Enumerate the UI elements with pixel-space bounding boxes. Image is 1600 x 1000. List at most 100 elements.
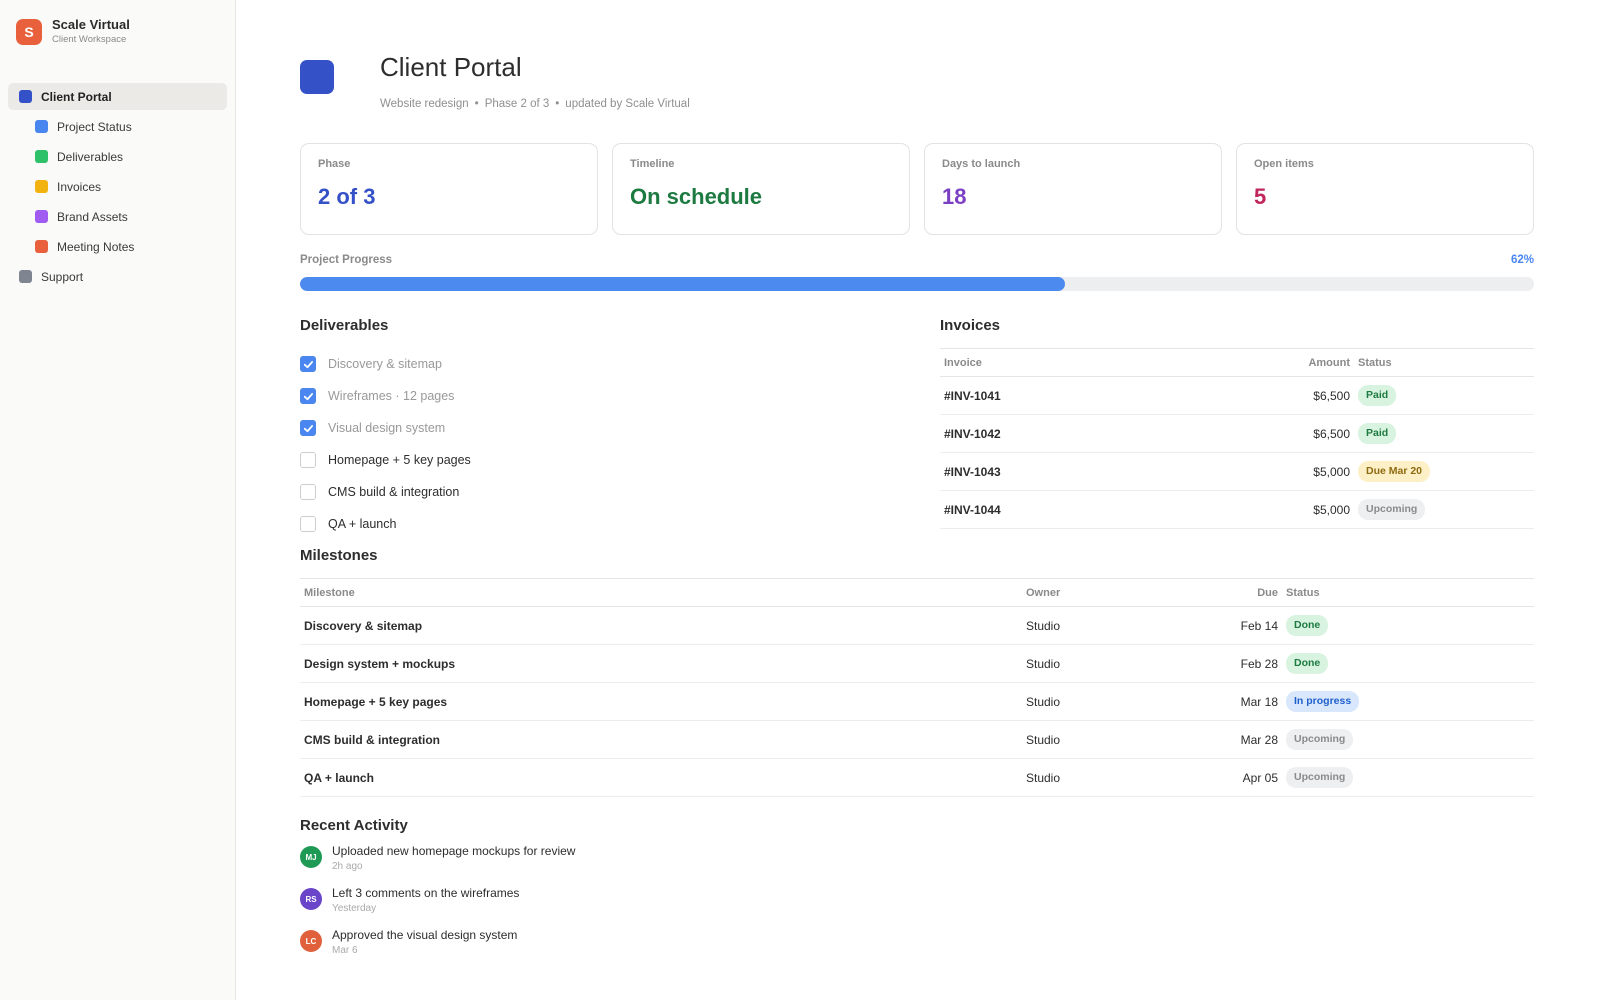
page-icon <box>35 210 48 223</box>
invoice-id: #INV-1041 <box>940 376 1234 415</box>
page-icon <box>19 90 32 103</box>
invoice-row[interactable]: #INV-1041 $6,500 Paid <box>940 376 1534 415</box>
sidebar-item-label: Client Portal <box>41 89 112 104</box>
progress-label: Project Progress <box>300 254 393 266</box>
invoice-row[interactable]: #INV-1042 $6,500 Paid <box>940 414 1534 453</box>
checkbox[interactable] <box>300 420 316 436</box>
main-content: Client Portal Website redesign • Phase 2 o… <box>300 0 1534 969</box>
sidebar-item-meeting-notes[interactable]: Meeting Notes <box>8 233 227 260</box>
milestone-due: Mar 28 <box>1222 720 1282 759</box>
sidebar-item-label: Deliverables <box>57 149 124 164</box>
status-badge: Upcoming <box>1286 767 1354 788</box>
column-header-invoice[interactable]: Invoice <box>940 348 1234 377</box>
deliverable-label: Homepage + 5 key pages <box>328 453 471 467</box>
sidebar-item-label: Project Status <box>57 119 132 134</box>
invoice-amount: $5,000 <box>1234 452 1354 491</box>
milestone-name: QA + launch <box>300 758 1022 797</box>
checkmark-icon <box>303 360 313 368</box>
milestones-title: Milestones <box>300 547 378 564</box>
sidebar-item-deliverables[interactable]: Deliverables <box>8 143 227 170</box>
milestone-name: CMS build & integration <box>300 720 1022 759</box>
invoices-section: Invoices Invoice Amount Status #INV-1041… <box>940 317 1534 540</box>
page-icon <box>35 180 48 193</box>
checkmark-icon <box>303 392 313 400</box>
checkbox[interactable] <box>300 388 316 404</box>
invoice-status-cell: Upcoming <box>1354 490 1534 529</box>
column-header-milestone[interactable]: Milestone <box>300 578 1022 607</box>
milestone-owner: Studio <box>1022 720 1222 759</box>
page-icon <box>35 240 48 253</box>
sidebar-item-label: Invoices <box>57 179 102 194</box>
progress-track <box>300 277 1534 291</box>
workspace-brand[interactable]: S Scale Virtual Client Workspace <box>0 0 235 64</box>
milestone-due: Apr 05 <box>1222 758 1282 797</box>
milestone-due: Mar 18 <box>1222 682 1282 721</box>
milestone-due: Feb 14 <box>1222 606 1282 645</box>
workspace-subtitle: Client Workspace <box>52 34 127 45</box>
invoice-row[interactable]: #INV-1043 $5,000 Due Mar 20 <box>940 452 1534 491</box>
deliverable-item: Visual design system <box>300 412 940 444</box>
stat-label: Phase <box>318 158 351 170</box>
sidebar-item-label: Meeting Notes <box>57 239 135 254</box>
deliverables-section: Deliverables Discovery & sitemap Wirefram… <box>300 317 940 540</box>
checkbox[interactable] <box>300 484 316 500</box>
sidebar-item-support[interactable]: Support <box>8 263 227 290</box>
project-name: Website redesign <box>380 98 469 110</box>
sidebar-item-client-portal[interactable]: Client Portal <box>8 83 227 110</box>
deliverable-item: Homepage + 5 key pages <box>300 444 940 476</box>
sidebar-item-invoices[interactable]: Invoices <box>8 173 227 200</box>
page-icon <box>19 270 32 283</box>
milestone-row[interactable]: Homepage + 5 key pages Studio Mar 18 In pro… <box>300 682 1534 721</box>
status-badge: Paid <box>1358 385 1397 406</box>
column-header-due[interactable]: Due <box>1222 578 1282 607</box>
column-header-owner[interactable]: Owner <box>1022 578 1222 607</box>
checkbox[interactable] <box>300 452 316 468</box>
deliverable-item: Discovery & sitemap <box>300 348 940 380</box>
invoice-amount: $6,500 <box>1234 376 1354 415</box>
invoice-row[interactable]: #INV-1044 $5,000 Upcoming <box>940 490 1534 529</box>
invoice-id: #INV-1044 <box>940 490 1234 529</box>
deliverable-label: QA + launch <box>328 517 397 531</box>
column-header-status[interactable]: Status <box>1282 578 1534 607</box>
checkbox[interactable] <box>300 356 316 372</box>
checkmark-icon <box>303 424 313 432</box>
stat-value: 2 of 3 <box>318 184 376 209</box>
project-progress: Project Progress 62% <box>300 254 1534 291</box>
milestone-row[interactable]: Discovery & sitemap Studio Feb 14 Done <box>300 606 1534 645</box>
activity-item: LC Approved the visual design system Mar 6 <box>300 927 1534 969</box>
stat-value: 5 <box>1254 184 1267 209</box>
sidebar-nav: Client Portal Project Status Deliverables I… <box>0 83 235 290</box>
deliverable-item: CMS build & integration <box>300 476 940 508</box>
invoice-status-cell: Paid <box>1354 414 1534 453</box>
avatar: LC <box>300 930 322 952</box>
milestone-status-cell: Upcoming <box>1282 720 1534 759</box>
activity-list: MJ Uploaded new homepage mockups for revi… <box>300 843 1534 969</box>
sidebar-item-label: Support <box>41 269 84 284</box>
checkbox[interactable] <box>300 516 316 532</box>
status-badge: Done <box>1286 653 1329 674</box>
stats-row: Phase 2 of 3 Timeline On schedule Days to la… <box>300 143 1534 235</box>
sidebar-item-label: Brand Assets <box>57 209 128 224</box>
sidebar-item-project-status[interactable]: Project Status <box>8 113 227 140</box>
brand-logo-icon: S <box>16 19 42 45</box>
milestone-row[interactable]: Design system + mockups Studio Feb 28 Done <box>300 644 1534 683</box>
invoice-id: #INV-1043 <box>940 452 1234 491</box>
milestone-owner: Studio <box>1022 682 1222 721</box>
page-icon <box>300 60 334 94</box>
column-header-status[interactable]: Status <box>1354 348 1534 377</box>
status-badge: Due Mar 20 <box>1358 461 1431 482</box>
deliverable-item: Wireframes · 12 pages <box>300 380 940 412</box>
status-badge: In progress <box>1286 691 1360 712</box>
avatar: MJ <box>300 846 322 868</box>
progress-percent: 62% <box>1510 254 1534 266</box>
sidebar-item-brand-assets[interactable]: Brand Assets <box>8 203 227 230</box>
milestones-section: Milestones Milestone Owner Due Status Di… <box>300 547 1534 797</box>
milestone-row[interactable]: CMS build & integration Studio Mar 28 Upcom… <box>300 720 1534 759</box>
invoice-status-cell: Due Mar 20 <box>1354 452 1534 491</box>
milestone-row[interactable]: QA + launch Studio Apr 05 Upcoming <box>300 758 1534 797</box>
status-badge: Upcoming <box>1358 499 1426 520</box>
workspace-name: Scale Virtual <box>52 17 130 32</box>
stat-label: Open items <box>1254 158 1314 170</box>
page-title: Client Portal <box>380 52 522 82</box>
column-header-amount[interactable]: Amount <box>1234 348 1354 377</box>
